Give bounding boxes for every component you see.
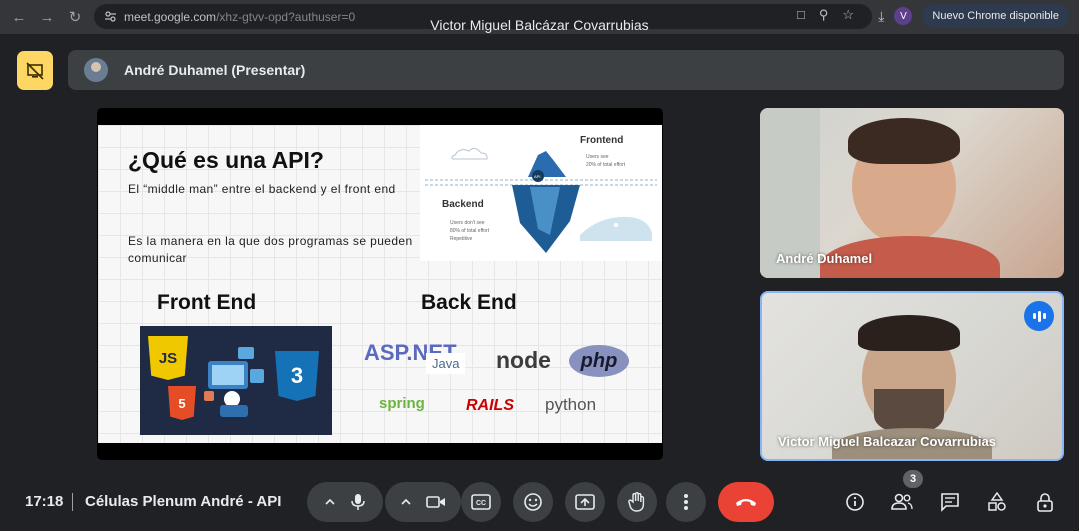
participant-hair: [858, 315, 960, 351]
address-bar[interactable]: meet.google.com/xhz-gtvv-opd?authuser=0 …: [94, 4, 872, 29]
microphone-control[interactable]: [307, 482, 383, 522]
info-icon: [846, 493, 864, 511]
raise-hand-button[interactable]: [617, 482, 657, 522]
iceberg-diagram: Frontend Users see 20% of total effort B…: [420, 125, 662, 261]
spring-logo: spring: [379, 395, 425, 412]
slide-paragraph: El “middle man” entre el backend y el fr…: [128, 182, 396, 196]
chevron-up-icon[interactable]: [400, 496, 412, 508]
shapes-icon: [988, 492, 1006, 511]
iceberg-backend-label: Backend: [442, 199, 484, 210]
present-off-icon: [26, 61, 44, 80]
iceberg-frontend-note: Users see: [586, 154, 609, 160]
microphone-icon[interactable]: [350, 493, 366, 511]
closed-captions-icon: CC: [471, 494, 491, 510]
chat-icon: [941, 493, 959, 512]
iceberg-backend-note: Users don't see: [450, 220, 485, 226]
hand-icon: [628, 492, 645, 512]
lock-person-icon: [1037, 493, 1053, 512]
aspnet-logo: ASP.NET: [364, 340, 457, 365]
iceberg-api-label: API: [534, 174, 541, 179]
divider: [72, 493, 73, 511]
iceberg-frontend-note: 20% of total effort: [586, 162, 626, 168]
captions-button[interactable]: CC: [461, 482, 501, 522]
chat-button[interactable]: [936, 488, 964, 516]
leave-call-button[interactable]: [718, 482, 774, 522]
host-controls-button[interactable]: [1031, 488, 1059, 516]
css3-logo: 3: [275, 351, 319, 401]
url-path: /xhz-gtvv-opd?authuser=0: [216, 9, 356, 24]
profile-avatar[interactable]: V: [894, 7, 913, 25]
people-icon: [891, 493, 913, 510]
download-icon[interactable]: ⤓: [878, 8, 884, 25]
activities-button[interactable]: [983, 488, 1011, 516]
svg-text:CC: CC: [476, 500, 486, 507]
presentation-area: ¿Qué es una API? El “middle man” entre e…: [97, 108, 663, 460]
front-end-logos: JS 5 3: [140, 326, 332, 435]
back-arrow-icon[interactable]: ←: [8, 6, 30, 28]
participant-name: Victor Miguel Balcazar Covarrubias: [778, 434, 996, 449]
chevron-up-icon[interactable]: [324, 496, 336, 508]
presenter-label: André Duhamel (Presentar): [124, 62, 306, 78]
present-screen-button[interactable]: [565, 482, 605, 522]
python-logo: python: [545, 395, 597, 414]
participant-name: André Duhamel: [776, 251, 873, 266]
camera-icon[interactable]: [426, 495, 446, 509]
url-text: meet.google.com/xhz-gtvv-opd?authuser=0: [124, 10, 355, 24]
front-end-title: Front End: [157, 291, 257, 314]
participant-beard: [874, 389, 944, 433]
participant-hair: [848, 118, 960, 164]
html5-logo: 5: [168, 386, 196, 420]
bookmark-star-icon[interactable]: ☆: [842, 7, 854, 23]
nodejs-logo: node: [496, 347, 551, 373]
more-vert-icon: [684, 494, 688, 510]
participant-tile-active[interactable]: Victor Miguel Balcazar Covarrubias: [760, 291, 1064, 461]
slide-paragraph: Es la manera en la que dos programas se …: [128, 234, 413, 265]
people-count-badge: 3: [903, 470, 923, 488]
more-options-button[interactable]: [666, 482, 706, 522]
slide-title: ¿Qué es una API?: [128, 147, 324, 173]
people-button[interactable]: [888, 488, 916, 516]
developer-illustration: [204, 347, 264, 417]
javascript-logo: JS: [148, 336, 188, 380]
back-end-title: Back End: [421, 291, 517, 314]
iceberg-frontend-label: Frontend: [580, 135, 624, 146]
url-domain: meet.google.com: [124, 9, 217, 24]
meeting-clock: 17:18: [25, 493, 64, 510]
presenter-bar: André Duhamel (Presentar): [68, 50, 1064, 90]
camera-permission-icon[interactable]: □: [797, 7, 805, 23]
stop-presenting-button[interactable]: [17, 51, 53, 90]
site-info-icon[interactable]: [104, 10, 117, 23]
iceberg-backend-note: Repetitive: [450, 236, 473, 242]
speaking-indicator-icon: [1024, 301, 1054, 331]
zoom-icon[interactable]: ⚲: [819, 7, 829, 23]
php-logo: php: [569, 345, 629, 377]
present-screen-icon: [575, 494, 595, 510]
forward-arrow-icon[interactable]: →: [36, 6, 58, 28]
slide: ¿Qué es una API? El “middle man” entre e…: [98, 125, 662, 443]
emoji-icon: [524, 493, 542, 511]
meeting-details-button[interactable]: [841, 488, 869, 516]
camera-control[interactable]: [385, 482, 461, 522]
reload-icon[interactable]: ↻: [64, 6, 86, 28]
browser-toolbar: ← → ↻ meet.google.com/xhz-gtvv-opd?authu…: [0, 0, 1079, 34]
hang-up-icon: [736, 499, 756, 506]
reactions-button[interactable]: [513, 482, 553, 522]
rails-logo: RAILS: [466, 397, 514, 414]
avatar: [84, 58, 108, 82]
chrome-update-button[interactable]: Nuevo Chrome disponible: [922, 4, 1069, 28]
meeting-title: Células Plenum André - API: [85, 493, 282, 510]
participant-tile[interactable]: André Duhamel: [760, 108, 1064, 278]
iceberg-backend-note: 80% of total effort: [450, 228, 490, 234]
java-logo: Java: [426, 353, 466, 374]
